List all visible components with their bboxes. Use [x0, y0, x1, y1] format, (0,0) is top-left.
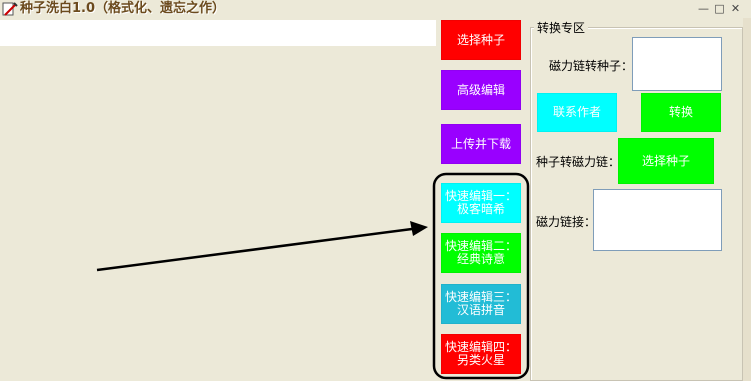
annotation-arrow-head [410, 221, 428, 236]
annotation-arrow-line [96, 227, 413, 272]
annotation-overlay [96, 172, 530, 380]
highlight-frame [432, 172, 530, 380]
